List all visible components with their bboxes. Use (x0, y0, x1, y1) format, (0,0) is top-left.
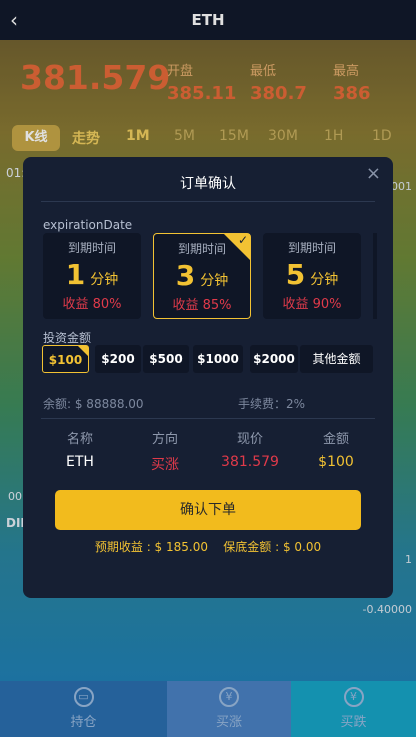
guaranteed-amount: 保底金额 : $ 0.00 (223, 540, 322, 554)
amount-500-button[interactable]: $500 (143, 345, 189, 373)
fee-text: 手续费：2% (238, 397, 306, 411)
modal-title: 订单确认 (180, 176, 236, 192)
expiration-unit: 分钟 (200, 273, 229, 289)
amount-label: 投资金额 (43, 331, 92, 345)
expiration-profit: 收益 90% (282, 297, 342, 312)
amount-1000-button[interactable]: $1000 (193, 345, 243, 373)
scroll-hint (373, 233, 377, 319)
table-header-amount: 金额 (322, 432, 349, 447)
order-price: 381.579 (221, 454, 279, 470)
balance-text: 余额: $ 88888.00 (43, 397, 144, 411)
expiration-option-3m[interactable]: ✓ 到期时间 3 分钟 收益 85% (153, 233, 251, 319)
amount-other-button[interactable]: 其他金额 (300, 345, 373, 373)
order-direction: 买涨 (151, 457, 179, 473)
table-header-price: 现价 (236, 432, 263, 447)
expiration-option-1m[interactable]: 到期时间 1 分钟 收益 80% (43, 233, 141, 319)
order-amount: $100 (318, 454, 354, 470)
amount-100-button[interactable]: $100 (42, 345, 89, 373)
amount-200-button[interactable]: $200 (95, 345, 141, 373)
expiration-profit: 收益 85% (172, 298, 232, 313)
order-name: ETH (66, 454, 94, 470)
expiration-unit: 分钟 (310, 272, 339, 288)
table-header-name: 名称 (66, 432, 93, 447)
expiration-caption: 到期时间 (67, 241, 116, 255)
expiration-label: expirationDate (43, 218, 133, 232)
expiration-value: 3 (175, 259, 196, 292)
check-icon: ✓ (237, 233, 248, 247)
expiration-value: 1 (65, 258, 86, 291)
expiration-option-5m[interactable]: 到期时间 5 分钟 收益 90% (263, 233, 361, 319)
amount-2000-button[interactable]: $2000 (250, 345, 298, 373)
order-summary: 预期收益 : $ 185.00 保底金额 : $ 0.00 (23, 538, 393, 555)
expiration-unit: 分钟 (90, 272, 119, 288)
expiration-caption: 到期时间 (287, 241, 336, 255)
expected-profit: 预期收益 : $ 185.00 (94, 540, 208, 554)
selected-corner (78, 346, 88, 356)
divider (41, 418, 375, 419)
divider (41, 201, 375, 202)
close-icon[interactable]: × (366, 163, 381, 184)
order-confirm-modal: 订单确认 × expirationDate 到期时间 1 分钟 收益 80% ✓… (23, 157, 393, 598)
table-header-direction: 方向 (151, 432, 178, 447)
expiration-profit: 收益 80% (62, 297, 122, 312)
confirm-order-button[interactable]: 确认下单 (55, 490, 361, 530)
expiration-value: 5 (285, 258, 306, 291)
